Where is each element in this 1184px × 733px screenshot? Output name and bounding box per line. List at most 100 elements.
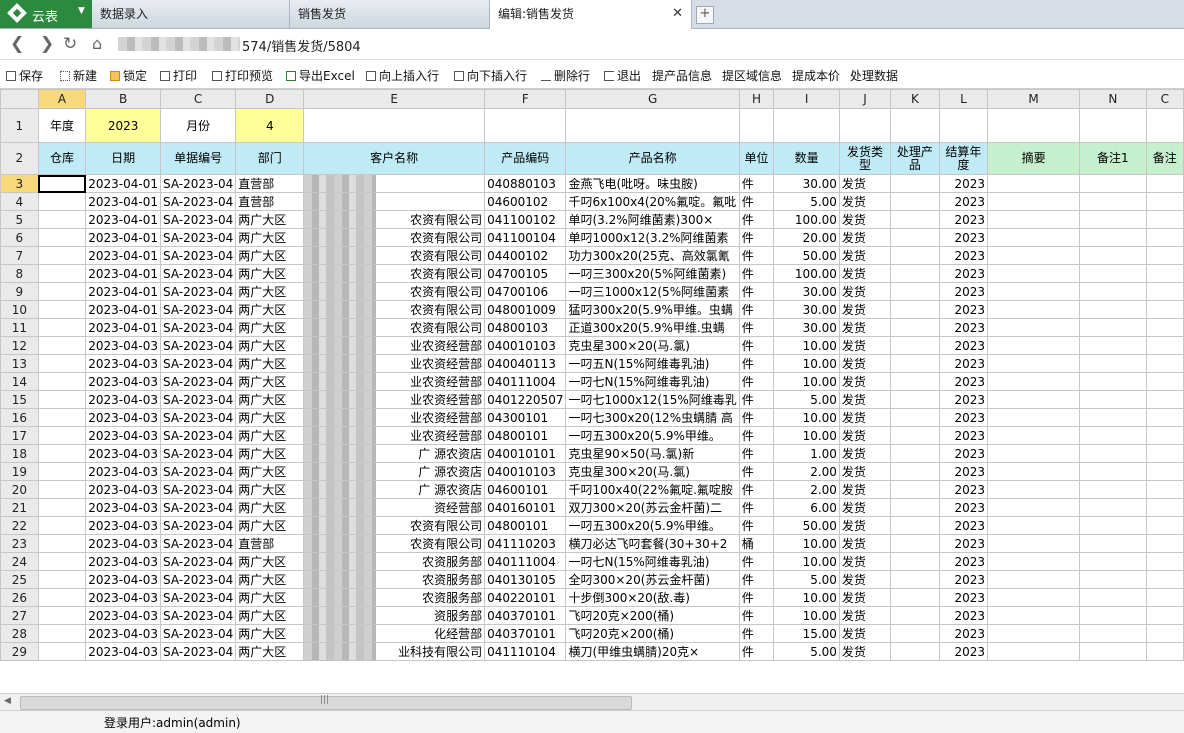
- product-code-cell[interactable]: 041100102: [484, 210, 567, 229]
- remark-cell[interactable]: [1145, 372, 1184, 391]
- quantity-cell[interactable]: 5.00: [773, 192, 840, 211]
- date-cell[interactable]: 2023-04-01: [85, 210, 161, 229]
- settlement-year-cell[interactable]: 2023: [938, 264, 989, 283]
- cell[interactable]: [1079, 108, 1147, 143]
- processed-product-cell[interactable]: [890, 264, 940, 283]
- column-header[interactable]: D: [235, 89, 305, 109]
- quantity-cell[interactable]: 10.00: [773, 426, 840, 445]
- doc-number-cell[interactable]: SA-2023-04: [159, 174, 237, 193]
- row-header[interactable]: 22: [0, 516, 39, 535]
- processed-product-cell[interactable]: [890, 372, 940, 391]
- settlement-year-cell[interactable]: 2023: [938, 462, 989, 481]
- delivery-type-cell[interactable]: 发货: [838, 336, 892, 355]
- date-cell[interactable]: 2023-04-01: [85, 318, 161, 337]
- date-cell[interactable]: 2023-04-03: [85, 498, 161, 517]
- warehouse-cell[interactable]: [37, 552, 87, 571]
- quantity-cell[interactable]: 10.00: [773, 372, 840, 391]
- date-cell[interactable]: 2023-04-01: [85, 246, 161, 265]
- month-value[interactable]: 4: [235, 108, 305, 143]
- settlement-year-cell[interactable]: 2023: [938, 174, 989, 193]
- close-icon[interactable]: ✕: [672, 0, 683, 28]
- product-name-cell[interactable]: 一叼五N(15%阿维毒乳油): [565, 354, 740, 373]
- product-code-cell[interactable]: 04700105: [484, 264, 567, 283]
- date-cell[interactable]: 2023-04-03: [85, 516, 161, 535]
- customer-cell[interactable]: 农资有限公司: [303, 300, 486, 319]
- date-cell[interactable]: 2023-04-03: [85, 390, 161, 409]
- product-name-cell[interactable]: 正道300x20(5.9%甲维.虫螨: [565, 318, 740, 337]
- settlement-year-cell[interactable]: 2023: [938, 228, 989, 247]
- customer-cell[interactable]: 资服务部: [303, 606, 486, 625]
- date-cell[interactable]: 2023-04-03: [85, 606, 161, 625]
- warehouse-cell[interactable]: [37, 174, 87, 193]
- tab-edit-sales-delivery[interactable]: 编辑:销售发货 ✕: [490, 0, 692, 29]
- summary-cell[interactable]: [987, 588, 1081, 607]
- summary-cell[interactable]: [987, 606, 1081, 625]
- customer-cell[interactable]: 业农资经营部: [303, 336, 486, 355]
- product-code-cell[interactable]: 04800103: [484, 318, 567, 337]
- remark1-cell[interactable]: [1079, 318, 1147, 337]
- date-cell[interactable]: 2023-04-01: [85, 192, 161, 211]
- product-code-cell[interactable]: 04400102: [484, 246, 567, 265]
- unit-cell[interactable]: 件: [738, 462, 775, 481]
- quantity-cell[interactable]: 10.00: [773, 588, 840, 607]
- unit-cell[interactable]: 件: [738, 426, 775, 445]
- date-cell[interactable]: 2023-04-01: [85, 282, 161, 301]
- product-code-cell[interactable]: 04800101: [484, 516, 567, 535]
- row-header[interactable]: 28: [0, 624, 39, 643]
- unit-cell[interactable]: 件: [738, 516, 775, 535]
- quantity-cell[interactable]: 2.00: [773, 462, 840, 481]
- doc-number-cell[interactable]: SA-2023-04: [159, 372, 237, 391]
- settlement-year-cell[interactable]: 2023: [938, 444, 989, 463]
- summary-cell[interactable]: [987, 624, 1081, 643]
- doc-number-cell[interactable]: SA-2023-04: [159, 624, 237, 643]
- column-header[interactable]: E: [303, 89, 486, 109]
- date-cell[interactable]: 2023-04-03: [85, 426, 161, 445]
- unit-cell[interactable]: 件: [738, 570, 775, 589]
- date-cell[interactable]: 2023-04-03: [85, 444, 161, 463]
- department-cell[interactable]: 两广大区: [235, 498, 305, 517]
- date-cell[interactable]: 2023-04-01: [85, 264, 161, 283]
- row-header[interactable]: 1: [0, 108, 39, 143]
- remark1-cell[interactable]: [1079, 588, 1147, 607]
- customer-cell[interactable]: 化经营部: [303, 624, 486, 643]
- date-cell[interactable]: 2023-04-03: [85, 570, 161, 589]
- settlement-year-cell[interactable]: 2023: [938, 192, 989, 211]
- product-code-cell[interactable]: 040010101: [484, 444, 567, 463]
- remark1-cell[interactable]: [1079, 174, 1147, 193]
- remark1-cell[interactable]: [1079, 426, 1147, 445]
- row-header[interactable]: 24: [0, 552, 39, 571]
- summary-cell[interactable]: [987, 462, 1081, 481]
- delivery-type-cell[interactable]: 发货: [838, 570, 892, 589]
- cell[interactable]: [303, 108, 486, 143]
- remark1-cell[interactable]: [1079, 372, 1147, 391]
- row-header[interactable]: 12: [0, 336, 39, 355]
- row-header[interactable]: 18: [0, 444, 39, 463]
- delivery-type-cell[interactable]: 发货: [838, 624, 892, 643]
- remark1-cell[interactable]: [1079, 516, 1147, 535]
- department-cell[interactable]: 两广大区: [235, 480, 305, 499]
- remark1-cell[interactable]: [1079, 228, 1147, 247]
- lock-button[interactable]: 锁定: [110, 67, 147, 84]
- processed-product-cell[interactable]: [890, 534, 940, 553]
- department-cell[interactable]: 直营部: [235, 174, 305, 193]
- date-cell[interactable]: 2023-04-03: [85, 534, 161, 553]
- remark-cell[interactable]: [1145, 444, 1184, 463]
- remark-cell[interactable]: [1145, 516, 1184, 535]
- delivery-type-cell[interactable]: 发货: [838, 300, 892, 319]
- processed-product-cell[interactable]: [890, 408, 940, 427]
- summary-cell[interactable]: [987, 498, 1081, 517]
- delivery-type-cell[interactable]: 发货: [838, 390, 892, 409]
- quantity-cell[interactable]: 10.00: [773, 354, 840, 373]
- quantity-cell[interactable]: 10.00: [773, 606, 840, 625]
- warehouse-cell[interactable]: [37, 444, 87, 463]
- tab-data-entry[interactable]: 数据录入: [92, 0, 290, 28]
- remark-cell[interactable]: [1145, 588, 1184, 607]
- delivery-type-cell[interactable]: 发货: [838, 192, 892, 211]
- settlement-year-cell[interactable]: 2023: [938, 534, 989, 553]
- product-name-cell[interactable]: 单叼1000x12(3.2%阿维菌素: [565, 228, 740, 247]
- delivery-type-cell[interactable]: 发货: [838, 516, 892, 535]
- processed-product-cell[interactable]: [890, 642, 940, 661]
- remark1-cell[interactable]: [1079, 210, 1147, 229]
- customer-cell[interactable]: 广 源农资店: [303, 444, 486, 463]
- remark-cell[interactable]: [1145, 354, 1184, 373]
